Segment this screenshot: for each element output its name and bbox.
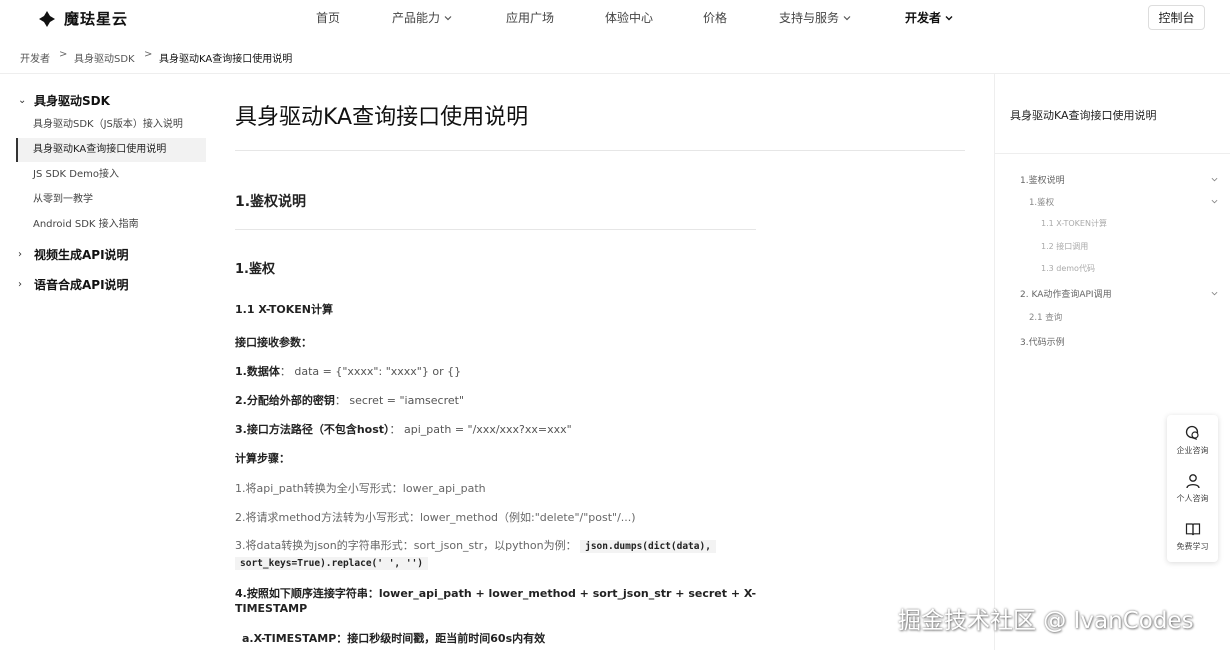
sidebar-item-ka-query[interactable]: 具身驱动KA查询接口使用说明 (16, 138, 206, 162)
sidebar-group-video-api[interactable]: › 视频生成API说明 (18, 246, 129, 263)
brand-logo-icon (39, 10, 55, 27)
user-icon (1185, 474, 1200, 489)
breadcrumb-separator: > (144, 49, 153, 60)
sidebar-item-tutorial[interactable]: 从零到一教学 (16, 188, 206, 212)
toc-item-ka-query-api[interactable]: 2. KA动作查询API调用 (1020, 287, 1112, 300)
code-snippet: sort_keys=True).replace(' ', '') (235, 557, 429, 570)
param-data: 1.数据体： data = {"xxxx": "xxxx"} or {} (235, 365, 462, 378)
step-3: 3.将data转换为json的字符串形式：sort_json_str，以pyth… (235, 537, 716, 553)
toc-title: 具身驱动KA查询接口使用说明 (1010, 109, 1157, 122)
chevron-down-icon: ⌄ (18, 95, 27, 106)
chevron-down-icon (945, 15, 953, 20)
sidebar-item-js-sdk-guide[interactable]: 具身驱动SDK（JS版本）接入说明 (16, 113, 206, 137)
chevron-down-icon[interactable] (1211, 176, 1218, 183)
breadcrumb-developer[interactable]: 开发者 (20, 50, 50, 65)
book-icon (1185, 523, 1200, 536)
param-secret: 2.分配给外部的密钥： secret = "iamsecret" (235, 394, 465, 407)
sidebar-item-js-demo[interactable]: JS SDK Demo接入 (16, 163, 206, 187)
chevron-down-icon[interactable] (1211, 198, 1218, 205)
sidebar: ⌄ 具身驱动SDK 具身驱动SDK（JS版本）接入说明 具身驱动KA查询接口使用… (0, 74, 206, 650)
step-4-cont: TIMESTAMP (235, 602, 308, 615)
nav-home[interactable]: 首页 (316, 9, 340, 26)
nav-support[interactable]: 支持与服务 (779, 9, 851, 26)
section-heading-auth: 1.鉴权说明 (235, 194, 307, 210)
param-api-path: 3.接口方法路径（不包含host）： api_path = "/xxx/xxx?… (235, 423, 572, 436)
step-1: 1.将api_path转换为全小写形式：lower_api_path (235, 482, 486, 495)
toc-item-demo-code[interactable]: 1.3 demo代码 (1041, 263, 1095, 274)
toc-item-query[interactable]: 2.1 查询 (1029, 311, 1062, 323)
toc-item-xtoken[interactable]: 1.1 X-TOKEN计算 (1041, 218, 1107, 229)
steps-heading: 计算步骤： (235, 452, 290, 465)
brand-logo[interactable]: 魔珐星云 (38, 8, 128, 29)
table-of-contents: 具身驱动KA查询接口使用说明 1.鉴权说明 1.鉴权 1.1 X-TOKEN计算… (994, 74, 1230, 650)
breadcrumb-separator: > (59, 49, 68, 60)
title-divider (235, 150, 965, 151)
floating-help-panel: 企业咨询 个人咨询 免费学习 (1167, 415, 1218, 562)
section-divider (235, 229, 756, 230)
toc-item-auth-sub[interactable]: 1.鉴权 (1029, 196, 1054, 208)
chat-bubble-icon (1185, 425, 1199, 441)
subsection-heading-xtoken: 1.1 X-TOKEN计算 (235, 303, 333, 316)
personal-consult-button[interactable]: 个人咨询 (1167, 465, 1218, 511)
console-button[interactable]: 控制台 (1148, 5, 1205, 30)
nav-app-market[interactable]: 应用广场 (506, 9, 554, 26)
sidebar-item-android-sdk[interactable]: Android SDK 接入指南 (16, 213, 206, 237)
sidebar-group-embodied-sdk[interactable]: ⌄ 具身驱动SDK (18, 92, 110, 109)
breadcrumb: 开发者 > 具身驱动SDK > 具身驱动KA查询接口使用说明 (0, 36, 1230, 74)
toc-item-api-call[interactable]: 1.2 接口调用 (1041, 241, 1088, 252)
brand-name: 魔珐星云 (64, 10, 129, 28)
chevron-down-icon[interactable] (1211, 290, 1218, 297)
chevron-right-icon: › (18, 279, 22, 290)
nav-products[interactable]: 产品能力 (392, 9, 452, 26)
step-4: 4.按照如下顺序连接字符串：lower_api_path + lower_met… (235, 587, 757, 600)
subsection-heading-auth: 1.鉴权 (235, 262, 275, 277)
toc-item-auth[interactable]: 1.鉴权说明 (1020, 173, 1065, 186)
params-heading: 接口接收参数： (235, 336, 312, 349)
article: 具身驱动KA查询接口使用说明 1.鉴权说明 1.鉴权 1.1 X-TOKEN计算… (206, 74, 994, 650)
nav-pricing[interactable]: 价格 (703, 9, 727, 26)
breadcrumb-current: 具身驱动KA查询接口使用说明 (159, 54, 293, 65)
chevron-down-icon (843, 15, 851, 20)
toc-divider (995, 153, 1230, 154)
chevron-right-icon: › (18, 249, 22, 260)
toc-item-code-example[interactable]: 3.代码示例 (1020, 335, 1065, 348)
step-3-code-cont: sort_keys=True).replace(' ', '') (235, 556, 429, 570)
step-2: 2.将请求method方法转为小写形式：lower_method（例如:"del… (235, 511, 636, 524)
step-4-sub-a: a.X-TIMESTAMP：接口秒级时间戳，距当前时间60s内有效 (242, 632, 546, 645)
watermark: 掘金技术社区 @ IvanCodes (898, 608, 1194, 634)
free-learning-button[interactable]: 免费学习 (1167, 513, 1218, 559)
code-snippet: json.dumps(dict(data), (580, 540, 716, 553)
page-title: 具身驱动KA查询接口使用说明 (235, 105, 529, 130)
nav-experience-center[interactable]: 体验中心 (605, 9, 653, 26)
nav-developer[interactable]: 开发者 (905, 9, 953, 26)
enterprise-consult-button[interactable]: 企业咨询 (1167, 417, 1218, 463)
top-navbar: 魔珐星云 首页 产品能力 应用广场 体验中心 价格 支持与服务 开发者 控制台 (0, 0, 1230, 36)
breadcrumb-sdk[interactable]: 具身驱动SDK (74, 50, 135, 65)
sidebar-group-tts-api[interactable]: › 语音合成API说明 (18, 276, 129, 293)
chevron-down-icon (444, 15, 452, 20)
